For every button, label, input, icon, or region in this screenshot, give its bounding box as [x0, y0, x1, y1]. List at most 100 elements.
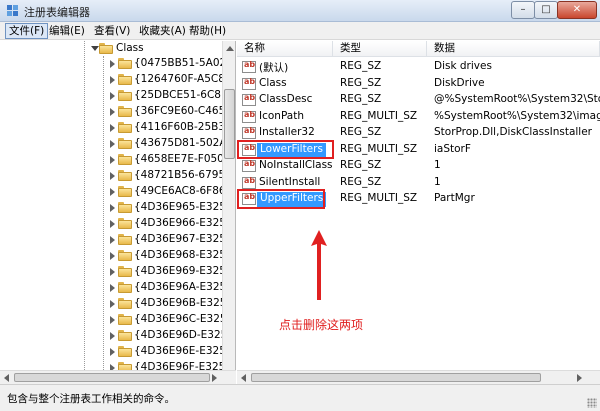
folder-icon [118, 218, 132, 229]
tree-item[interactable]: {36FC9E60-C465-11C [0, 104, 235, 119]
string-value-icon [242, 77, 256, 90]
value-data: Disk drives [434, 60, 492, 72]
expand-icon[interactable] [110, 236, 115, 244]
expand-icon[interactable] [110, 108, 115, 116]
expand-icon[interactable] [110, 156, 115, 164]
scroll-right-icon[interactable] [212, 374, 217, 382]
column-header-name[interactable]: 名称 [237, 41, 333, 57]
folder-icon [118, 74, 132, 85]
expand-icon[interactable] [110, 188, 115, 196]
expand-icon[interactable] [110, 172, 115, 180]
tree-item[interactable]: {4D36E966-E325-11C [0, 216, 235, 231]
tree-item[interactable]: {4D36E967-E325-11C [0, 232, 235, 247]
menu-view[interactable]: 查看(V) [91, 24, 133, 38]
expand-icon[interactable] [110, 220, 115, 228]
tree-item[interactable]: {48721B56-6795-11D [0, 168, 235, 183]
expand-icon[interactable] [110, 300, 115, 308]
expand-icon[interactable] [110, 124, 115, 132]
list-item[interactable]: Installer32 REG_SZ StorProp.Dll,DiskClassI… [237, 125, 600, 141]
expand-icon[interactable] [110, 76, 115, 84]
tree-item-label: {36FC9E60-C465-11C [134, 105, 235, 117]
registry-tree[interactable]: Class {0475BB51-5A02-4E8 {1264760F-A5C8-4… [0, 41, 236, 384]
expand-icon[interactable] [110, 92, 115, 100]
value-name[interactable]: NoInstallClass [259, 159, 333, 171]
list-item[interactable]: Class REG_SZ DiskDrive [237, 76, 600, 92]
collapse-icon[interactable] [91, 46, 99, 51]
value-name[interactable]: SilentInstall [259, 176, 320, 188]
expand-icon[interactable] [110, 316, 115, 324]
tree-item-label: {4D36E96C-E325-11C [134, 313, 235, 325]
tree-item-label: {4D36E969-E325-11C [134, 265, 235, 277]
value-type: REG_SZ [340, 126, 382, 138]
tree-item[interactable]: {49CE6AC8-6F86-11D [0, 184, 235, 199]
scroll-left-icon[interactable] [4, 374, 9, 382]
tree-item-label: {4D36E965-E325-11C [134, 201, 235, 213]
value-name[interactable]: IconPath [259, 110, 304, 122]
folder-icon [118, 58, 132, 69]
value-name[interactable]: ClassDesc [259, 93, 312, 105]
tree-item[interactable]: {4D36E965-E325-11C [0, 200, 235, 215]
expand-icon[interactable] [110, 284, 115, 292]
tree-item[interactable]: {4D36E969-E325-11C [0, 264, 235, 279]
tree-item[interactable]: {4D36E96A-E325-11C [0, 280, 235, 295]
tree-vertical-scrollbar[interactable] [222, 41, 235, 384]
maximize-button[interactable]: □ [534, 1, 558, 19]
scroll-right-icon[interactable] [577, 374, 582, 382]
tree-item[interactable]: {4658EE7E-F050-11D [0, 152, 235, 167]
list-item[interactable]: (默认) REG_SZ Disk drives [237, 59, 600, 75]
tree-item[interactable]: {4D36E96B-E325-11C [0, 296, 235, 311]
status-text: 包含与整个注册表工作相关的命令。 [7, 393, 175, 405]
menu-edit[interactable]: 编辑(E) [46, 24, 88, 38]
tree-item[interactable]: {0475BB51-5A02-4E8 [0, 56, 235, 71]
value-name[interactable]: (默认) [259, 60, 288, 75]
menu-favorites[interactable]: 收藏夹(A) [136, 24, 189, 38]
scroll-left-icon[interactable] [241, 374, 246, 382]
tree-item[interactable]: {1264760F-A5C8-4BF [0, 72, 235, 87]
close-button[interactable]: ✕ [557, 1, 597, 19]
value-type: REG_SZ [340, 76, 382, 89]
value-type: REG_SZ [340, 93, 382, 105]
tree-item-label: {49CE6AC8-6F86-11D [134, 185, 235, 197]
value-name[interactable]: Installer32 [259, 126, 315, 138]
menu-help[interactable]: 帮助(H) [186, 24, 229, 38]
list-horizontal-scrollbar[interactable] [237, 370, 600, 384]
expand-icon[interactable] [110, 332, 115, 340]
value-data: %SystemRoot%\System32\imagere [434, 109, 600, 122]
expand-icon[interactable] [110, 204, 115, 212]
tree-item-label: {4D36E967-E325-11C [134, 233, 235, 245]
scroll-thumb[interactable] [224, 89, 235, 159]
tree-item[interactable]: {4D36E96D-E325-11C [0, 328, 235, 343]
resize-grip-icon[interactable] [587, 398, 597, 408]
tree-item[interactable]: {4D36E96E-E325-11C [0, 344, 235, 359]
tree-item-label: {4116F60B-25B3-466 [134, 121, 235, 133]
list-item[interactable]: ClassDesc REG_SZ @%SystemRoot%\System32\St… [237, 92, 600, 108]
menu-file[interactable]: 文件(F) [5, 23, 49, 39]
scroll-up-icon[interactable] [226, 46, 234, 51]
string-value-icon [242, 60, 256, 73]
expand-icon[interactable] [110, 140, 115, 148]
scroll-thumb[interactable] [14, 373, 210, 382]
expand-icon[interactable] [110, 60, 115, 68]
tree-item[interactable]: {4D36E96C-E325-11C [0, 312, 235, 327]
list-item[interactable]: IconPath REG_MULTI_SZ %SystemRoot%\System3… [237, 109, 600, 125]
tree-item[interactable]: {25DBCE51-6C8F-4A [0, 88, 235, 103]
expand-icon[interactable] [110, 268, 115, 276]
expand-icon[interactable] [110, 348, 115, 356]
tree-item[interactable]: {4116F60B-25B3-466 [0, 120, 235, 135]
expand-icon[interactable] [110, 252, 115, 260]
minimize-button[interactable]: – [511, 1, 535, 19]
scroll-thumb[interactable] [251, 373, 541, 382]
tree-horizontal-scrollbar[interactable] [0, 370, 236, 384]
tree-item[interactable]: {4D36E968-E325-11C [0, 248, 235, 263]
tree-item[interactable]: {43675D81-502A-4A8 [0, 136, 235, 151]
list-item[interactable]: NoInstallClass REG_SZ 1 [237, 158, 600, 174]
string-value-icon [242, 176, 256, 189]
value-name[interactable]: Class [259, 77, 287, 89]
tree-item-class[interactable]: Class [0, 41, 222, 56]
tree-item-label: {4D36E96B-E325-11C [134, 297, 235, 309]
tree-item-label: {4D36E96E-E325-11C [134, 345, 235, 357]
column-header-data[interactable]: 数据 [427, 41, 600, 57]
tree-item-label: {4D36E968-E325-11C [134, 249, 235, 261]
column-header-type[interactable]: 类型 [333, 41, 427, 57]
folder-icon [118, 202, 132, 213]
